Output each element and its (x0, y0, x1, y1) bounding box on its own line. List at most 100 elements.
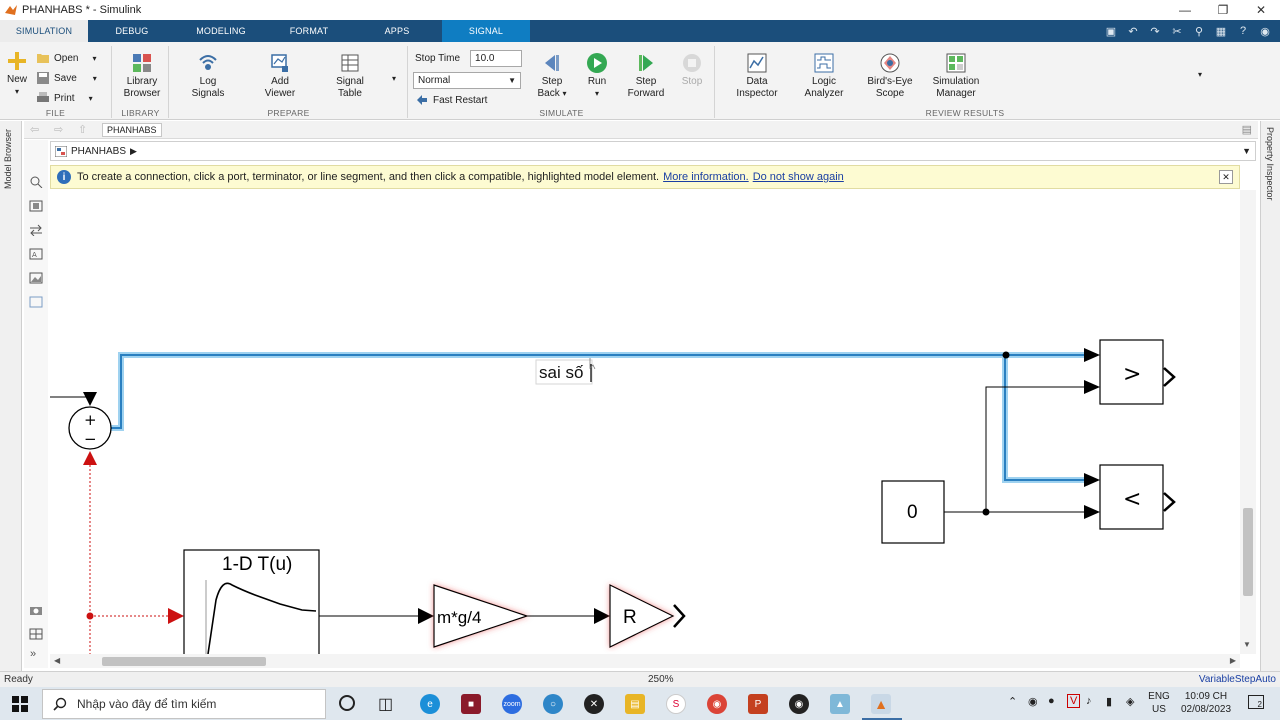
horizontal-scroll-thumb[interactable] (102, 657, 266, 666)
fit-view-icon[interactable] (29, 200, 43, 212)
tab-apps[interactable]: APPS (352, 20, 442, 42)
simulation-manager-button[interactable]: Simulation Manager (928, 52, 984, 100)
minimize-icon[interactable]: — (1166, 0, 1204, 20)
chrome-icon[interactable]: ◉ (707, 694, 727, 714)
log-signals-button[interactable]: Log Signals (186, 52, 230, 100)
branch-point[interactable] (1002, 351, 1010, 359)
model-browser-panel[interactable]: Model Browser (0, 121, 22, 671)
logic-analyzer-button[interactable]: Logic Analyzer (800, 52, 848, 100)
language-indicator[interactable]: ENG US (1146, 690, 1172, 716)
image-icon[interactable] (29, 272, 43, 284)
clock[interactable]: 10:09 CH 02/08/2023 (1176, 690, 1236, 716)
stop-time-input[interactable]: 10.0 (470, 50, 523, 67)
search-icon[interactable]: ⚲ (1192, 25, 1206, 38)
simulation-mode-select[interactable]: Normal ▼ (413, 72, 521, 89)
breadcrumb-arrow-icon[interactable]: ▶ (130, 146, 137, 157)
undo-icon[interactable]: ↶ (1126, 25, 1140, 38)
taskbar-search[interactable]: Nhập vào đây để tìm kiếm (42, 689, 326, 719)
forward-icon[interactable]: ⇨ (54, 123, 63, 136)
sum-block[interactable]: + − (68, 406, 112, 450)
tab-format[interactable]: FORMAT (266, 20, 352, 42)
camera-icon[interactable] (29, 604, 43, 616)
add-viewer-button[interactable]: Add Viewer (258, 52, 302, 100)
step-forward-button[interactable]: Step Forward (623, 52, 669, 100)
scroll-left-icon[interactable]: ◀ (54, 656, 60, 665)
breadcrumb-model[interactable]: PHANHABS (71, 146, 126, 157)
constant-block[interactable]: 0 (881, 480, 945, 544)
app-icon-1[interactable]: ■ (461, 694, 481, 714)
up-icon[interactable]: ⇧ (78, 123, 87, 136)
area-icon[interactable] (29, 296, 43, 308)
solver-link[interactable]: VariableStepAuto (1199, 674, 1276, 685)
constant-branch-point[interactable] (982, 508, 990, 516)
cortana-icon[interactable] (339, 695, 355, 711)
zoom-app-icon[interactable]: zoom (502, 694, 522, 714)
file-explorer-icon[interactable]: ▤ (625, 694, 645, 714)
app-icon-2[interactable]: ○ (543, 694, 563, 714)
model-data-icon[interactable] (29, 628, 43, 640)
property-inspector-panel[interactable]: Property Inspector (1260, 121, 1280, 671)
step-back-button[interactable]: Step Back ▾ (533, 52, 571, 100)
block-diagram[interactable]: sai số + − > < 0 1-D T(u) m*g/4 R (50, 190, 1240, 654)
windows-start-icon[interactable] (12, 696, 28, 712)
tray-expand-icon[interactable]: ⌃ (1008, 695, 1017, 708)
horizontal-scrollbar[interactable]: ◀ ▶ (50, 654, 1240, 668)
tab-debug[interactable]: DEBUG (88, 20, 176, 42)
xbox-icon[interactable]: ✕ (584, 694, 604, 714)
fast-restart-button[interactable]: Fast Restart (415, 94, 487, 106)
task-view-icon[interactable]: ◫ (378, 694, 393, 714)
back-icon[interactable]: ⇦ (30, 123, 39, 136)
stop-button[interactable]: Stop (675, 52, 709, 88)
expand-toolbar-icon[interactable]: » (30, 648, 36, 660)
birds-eye-scope-button[interactable]: Bird's-Eye Scope (864, 52, 916, 100)
model-canvas[interactable]: sai số + − > < 0 1-D T(u) m*g/4 R (50, 190, 1240, 654)
app-icon-4[interactable]: ▲ (830, 694, 850, 714)
property-inspector-label[interactable]: Property Inspector (1265, 127, 1275, 207)
unikey-icon[interactable]: V (1067, 694, 1081, 708)
app-icon-3[interactable]: ◉ (789, 694, 809, 714)
model-tab[interactable]: PHANHABS (102, 122, 162, 137)
help-icon[interactable]: ? (1236, 25, 1250, 37)
powerpoint-icon[interactable]: P (748, 694, 768, 714)
library-browser-button[interactable]: Library Browser (121, 52, 163, 100)
close-info-icon[interactable]: ✕ (1219, 170, 1233, 184)
feedback-branch-point[interactable] (86, 612, 94, 620)
constant-to-gt-line[interactable] (985, 386, 1086, 512)
notification-center-icon[interactable]: 2 (1248, 695, 1264, 709)
run-button[interactable]: Run ▾ (579, 52, 615, 100)
more-information-link[interactable]: More information. (663, 171, 749, 183)
relational-operator-gt[interactable]: > (1099, 339, 1176, 405)
print-button[interactable]: Print ▾ (36, 92, 93, 104)
vertical-scrollbar[interactable]: ▼ (1240, 190, 1256, 654)
error-signal-line[interactable] (110, 352, 1092, 483)
tab-modeling[interactable]: MODELING (176, 20, 266, 42)
relational-operator-lt[interactable]: < (1099, 464, 1176, 530)
zoom-icon[interactable] (29, 176, 43, 188)
open-button[interactable]: Open ▾ (36, 52, 96, 64)
tab-simulation[interactable]: SIMULATION (0, 20, 88, 42)
hide-explorer-icon[interactable]: ▤ (1242, 123, 1252, 136)
ribbon-more-icon[interactable]: ▾ (1198, 70, 1202, 79)
input-signal-line[interactable] (50, 396, 91, 404)
prepare-more-icon[interactable]: ▾ (392, 74, 396, 83)
volume-icon[interactable]: ♪ (1086, 695, 1092, 707)
settings-icon[interactable]: ◉ (1258, 25, 1272, 38)
close-icon[interactable]: ✕ (1242, 0, 1280, 20)
data-inspector-button[interactable]: Data Inspector (732, 52, 782, 100)
lookup-table-block[interactable]: 1-D T(u) (183, 549, 320, 654)
scroll-right-icon[interactable]: ▶ (1230, 656, 1236, 665)
tab-signal[interactable]: SIGNAL (442, 20, 530, 42)
tray-app-icon[interactable]: ◉ (1028, 695, 1038, 708)
layout-icon[interactable]: ▦ (1214, 25, 1228, 38)
save-button[interactable]: Save ▾ (36, 72, 97, 84)
cut-icon[interactable]: ✂ (1170, 25, 1184, 38)
new-button[interactable]: New ▾ (4, 50, 30, 98)
microphone-icon[interactable]: ● (1048, 695, 1055, 707)
skype-icon[interactable]: S (666, 694, 686, 714)
gain-block-r[interactable]: R (609, 584, 675, 648)
redo-icon[interactable]: ↷ (1148, 25, 1162, 38)
save-icon[interactable]: ▣ (1104, 25, 1118, 38)
breadcrumb-dropdown-icon[interactable]: ▼ (1242, 146, 1251, 156)
do-not-show-again-link[interactable]: Do not show again (753, 171, 844, 183)
annotation-icon[interactable]: A (29, 248, 43, 260)
